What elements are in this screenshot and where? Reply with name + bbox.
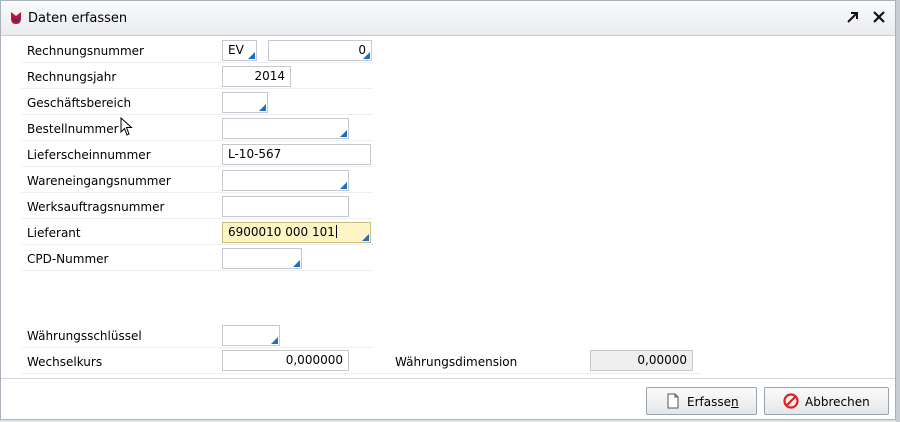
waehrungsschluessel-select[interactable] <box>222 325 280 346</box>
label-cpd-nummer: CPD-Nummer <box>27 252 109 266</box>
label-bestellnummer: Bestellnummer <box>27 122 119 136</box>
label-waehrungsschluessel: Währungsschlüssel <box>27 329 142 343</box>
title-bar: Daten erfassen <box>1 1 895 36</box>
bestellnummer-input[interactable] <box>222 118 349 139</box>
document-icon <box>667 393 679 409</box>
rechnungsnummer-prefix-select[interactable]: EV <box>222 40 257 61</box>
werksauftragsnummer-input[interactable] <box>222 196 349 217</box>
lieferant-value: 6900010 000 101 <box>228 225 335 239</box>
row-cpd-nummer: CPD-Nummer <box>21 246 373 271</box>
row-rechnungsjahr: Rechnungsjahr <box>21 64 373 89</box>
app-logo-icon <box>11 12 21 24</box>
background-edge <box>896 0 900 422</box>
label-lieferscheinnummer: Lieferscheinnummer <box>27 148 151 162</box>
abbrechen-button[interactable]: Abbrechen <box>764 387 889 415</box>
dialog-window: Daten erfassen Rechnungsnummer EV 0 Rech… <box>0 0 896 420</box>
label-wareneingangsnummer: Wareneingangsnummer <box>27 174 171 188</box>
rechnungsjahr-input[interactable]: 2014 <box>222 66 291 87</box>
label-rechnungsjahr: Rechnungsjahr <box>27 70 117 84</box>
maximize-button[interactable] <box>845 9 861 25</box>
label-wechselkurs: Wechselkurs <box>27 355 103 369</box>
abbrechen-label: Abbrechen <box>805 395 870 409</box>
window-title: Daten erfassen <box>28 11 128 26</box>
wareneingangsnummer-input[interactable] <box>222 170 349 191</box>
erfassen-label: Erfassen <box>687 395 739 409</box>
mouse-pointer-icon <box>120 117 133 136</box>
cpd-nummer-input[interactable] <box>222 248 302 269</box>
label-werksauftragsnummer: Werksauftragsnummer <box>27 200 165 214</box>
lieferant-input[interactable]: 6900010 000 101 <box>222 222 371 243</box>
erfassen-button[interactable]: Erfassen <box>646 387 757 415</box>
waehrungsdimension-value: 0,00000 <box>590 350 693 371</box>
label-lieferant: Lieferant <box>27 226 81 240</box>
text-caret <box>335 225 337 238</box>
wechselkurs-input[interactable]: 0,000000 <box>222 350 349 371</box>
cancel-circle-icon <box>783 393 799 409</box>
lieferscheinnummer-input[interactable]: L-10-567 <box>222 144 371 165</box>
row-waehrungsschluessel: Währungsschlüssel <box>21 323 373 348</box>
label-rechnungsnummer: Rechnungsnummer <box>27 44 144 58</box>
label-waehrungsdimension: Währungsdimension <box>395 355 518 369</box>
rechnungsnummer-number-input[interactable]: 0 <box>268 40 372 61</box>
footer-separator <box>1 378 895 379</box>
label-geschaeftsbereich: Geschäftsbereich <box>27 96 132 110</box>
row-geschaeftsbereich: Geschäftsbereich <box>21 90 373 115</box>
geschaeftsbereich-select[interactable] <box>222 92 268 113</box>
close-button[interactable] <box>871 9 887 25</box>
